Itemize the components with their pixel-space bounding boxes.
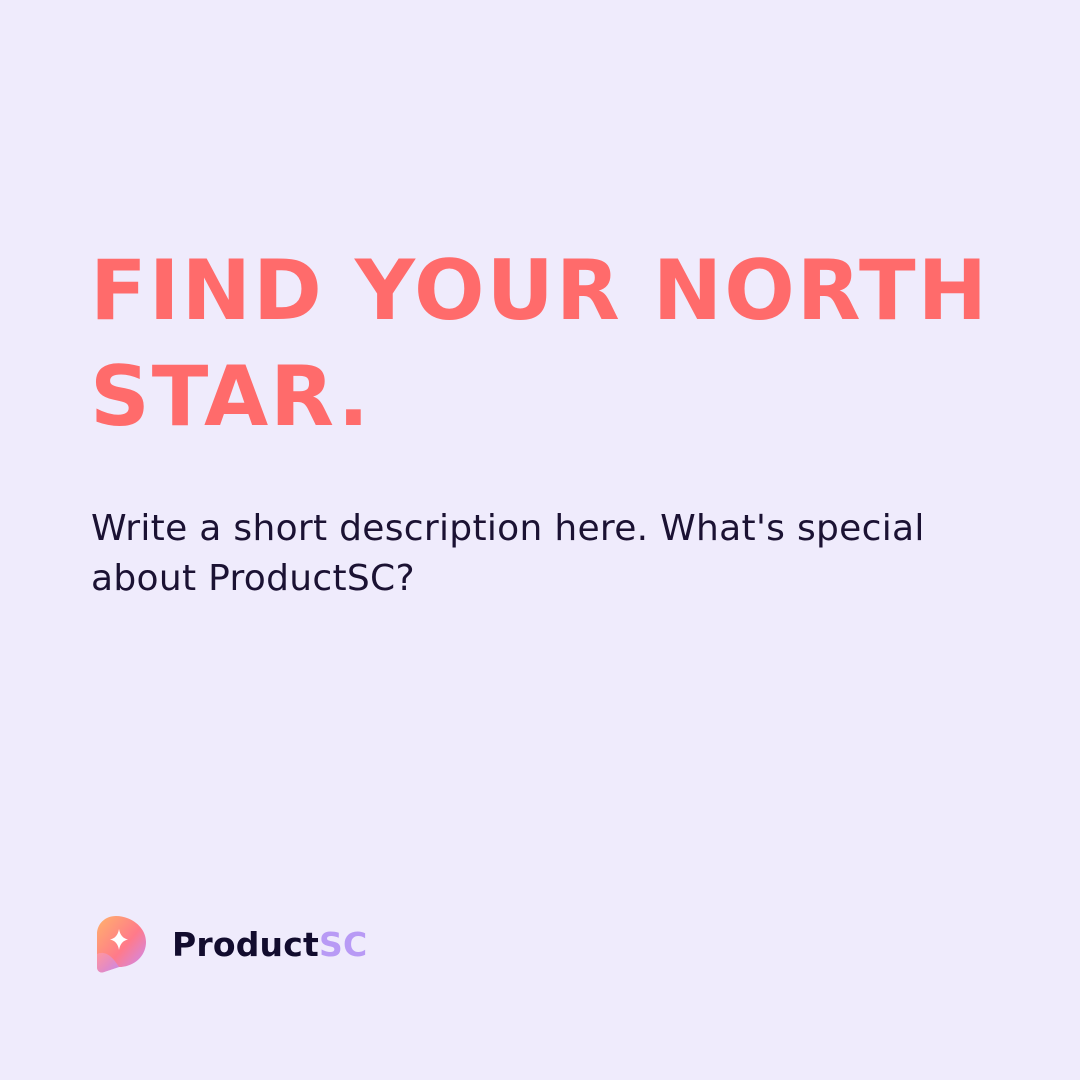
description-text: Write a short description here. What's s… xyxy=(91,508,925,599)
headline: FIND YOUR NORTH STAR. xyxy=(90,242,990,445)
brand-name-accent: SC xyxy=(318,924,368,964)
brand-lockup: ProductSC xyxy=(94,914,367,974)
brand-name-primary: Product xyxy=(172,924,319,964)
brand-wordmark: ProductSC xyxy=(172,928,367,961)
sparkle-logo-icon xyxy=(97,916,146,973)
